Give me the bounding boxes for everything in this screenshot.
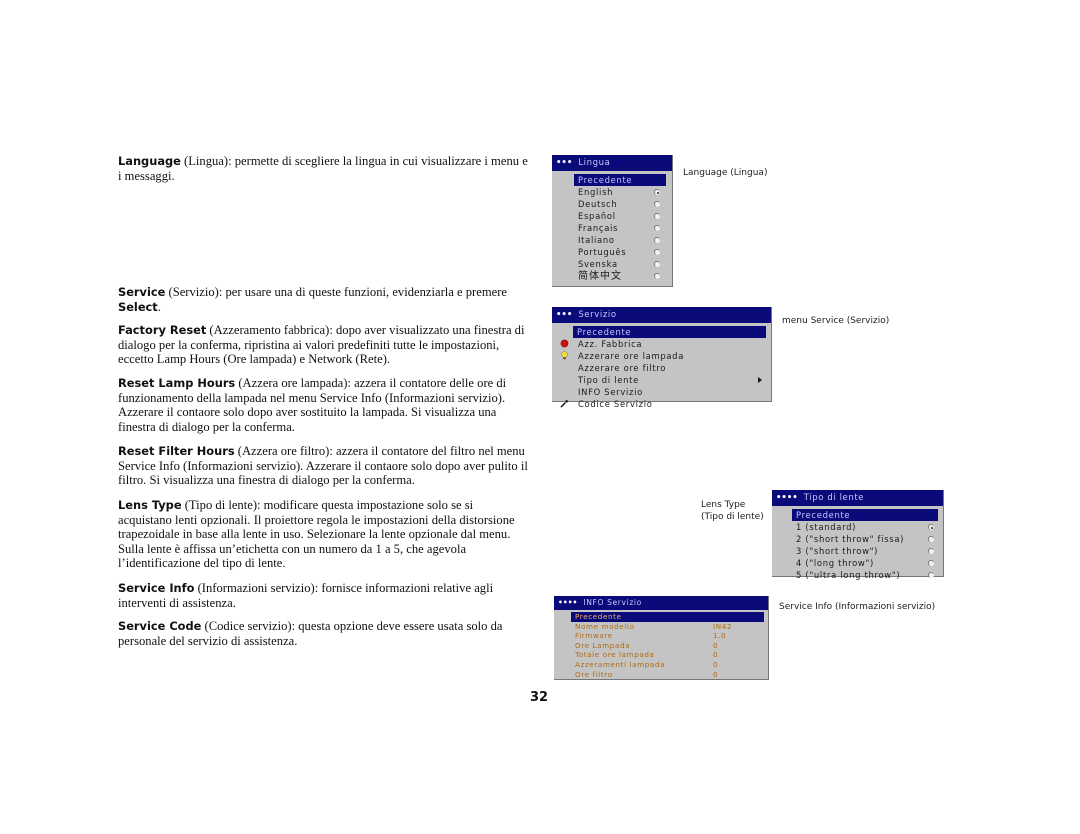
menu-item-deutsch[interactable]: Deutsch	[574, 198, 666, 210]
radio-icon[interactable]	[654, 273, 660, 279]
lightbulb-icon	[561, 351, 568, 360]
menu-item-previous[interactable]: Precedente	[574, 174, 666, 186]
menu-item-francais[interactable]: Français	[574, 222, 666, 234]
menu-item-lens-2[interactable]: 2 ("short throw" fissa)	[792, 533, 938, 545]
menu-title-bar: •••• INFO Servizio	[554, 596, 768, 610]
term: Language	[118, 154, 181, 168]
lens-type-menu: •••• Tipo di lente Precedente 1 (standard…	[772, 490, 944, 580]
menu-item-chinese[interactable]: 简体中文	[574, 270, 666, 282]
menu-item-previous[interactable]: Precedente	[792, 509, 938, 521]
service-menu: ••• Servizio Precedente Azz. Fabbrica Azz…	[552, 307, 772, 409]
caption-service: menu Service (Servizio)	[782, 316, 890, 326]
radio-icon[interactable]	[654, 213, 660, 219]
radio-icon[interactable]	[928, 536, 934, 542]
radio-icon[interactable]	[654, 225, 660, 231]
radio-checked-icon[interactable]	[928, 524, 934, 530]
menu-item-factory-reset[interactable]: Azz. Fabbrica	[552, 338, 771, 350]
service-info-menu: •••• INFO Servizio Precedente Nome modell…	[554, 596, 769, 680]
paragraph-reset-filter-hours: Reset Filter Hours (Azzera ore filtro): …	[118, 444, 528, 488]
menu-item-portugues[interactable]: Português	[574, 246, 666, 258]
caption-language: Language (Lingua)	[683, 168, 768, 178]
menu-item-service-code[interactable]: Codice Servizio	[552, 398, 771, 410]
submenu-arrow-icon	[758, 377, 762, 383]
radio-icon[interactable]	[654, 249, 660, 255]
menu-item-previous[interactable]: Precedente	[571, 612, 764, 622]
menu-item-lens-4[interactable]: 4 ("long throw")	[792, 557, 938, 569]
radio-icon[interactable]	[928, 572, 934, 578]
radio-icon[interactable]	[654, 237, 660, 243]
menu-item-reset-filter-hours[interactable]: Azzerare ore filtro	[552, 362, 771, 374]
paragraph-service-info: Service Info (Informazioni servizio): fo…	[118, 581, 494, 610]
paragraph-lens-type: Lens Type (Tipo di lente): modificare qu…	[118, 498, 515, 571]
radio-icon[interactable]	[654, 261, 660, 267]
menu-item-reset-lamp-hours[interactable]: Azzerare ore lampada	[552, 350, 771, 362]
info-row-filter-hours: Ore filtro 0	[575, 669, 719, 679]
radio-icon[interactable]	[928, 548, 934, 554]
info-row-firmware: Firmware 1.0	[575, 631, 727, 641]
radio-icon[interactable]	[654, 201, 660, 207]
language-menu: ••• Lingua Precedente English Deutsch Esp…	[552, 155, 673, 287]
paragraph-factory-reset: Factory Reset (Azzeramento fabbrica): do…	[118, 323, 525, 367]
paragraph-service: Service (Servizio): per usare una di que…	[118, 285, 507, 314]
menu-item-english[interactable]: English	[574, 186, 666, 198]
info-row-total-lamp-hours: Totale ore lampada 0	[575, 650, 719, 660]
menu-item-lens-3[interactable]: 3 ("short throw")	[792, 545, 938, 557]
menu-item-italiano[interactable]: Italiano	[574, 234, 666, 246]
menu-item-service-info[interactable]: INFO Servizio	[552, 386, 771, 398]
page-number: 32	[530, 690, 549, 705]
red-dot-icon	[560, 339, 569, 348]
menu-item-svenska[interactable]: Svenska	[574, 258, 666, 270]
menu-item-espanol[interactable]: Español	[574, 210, 666, 222]
caption-service-info: Service Info (Informazioni servizio)	[779, 602, 936, 612]
menu-item-lens-1[interactable]: 1 (standard)	[792, 521, 938, 533]
paragraph-language: Language (Lingua): permette di scegliere…	[118, 154, 528, 183]
info-row-lamp-hours: Ore Lampada 0	[575, 640, 719, 650]
menu-item-lens-5[interactable]: 5 ("ultra long throw")	[792, 569, 938, 581]
wrench-icon	[560, 399, 569, 408]
radio-checked-icon[interactable]	[654, 189, 660, 195]
info-row-model-name: Nome modello IN42	[575, 621, 733, 631]
menu-item-previous[interactable]: Precedente	[573, 326, 766, 338]
menu-title-bar: •••• Tipo di lente	[772, 490, 943, 506]
paragraph-service-code: Service Code (Codice servizio): questa o…	[118, 619, 503, 648]
paragraph-reset-lamp-hours: Reset Lamp Hours (Azzera ore lampada): a…	[118, 376, 507, 434]
menu-item-lens-type[interactable]: Tipo di lente	[552, 374, 771, 386]
menu-title-bar: ••• Servizio	[552, 307, 771, 323]
radio-icon[interactable]	[928, 560, 934, 566]
caption-lens-type: Lens Type (Tipo di lente)	[701, 500, 764, 522]
menu-title-bar: ••• Lingua	[552, 155, 672, 171]
info-row-lamp-resets: Azzeramenti lampada 0	[575, 659, 719, 669]
